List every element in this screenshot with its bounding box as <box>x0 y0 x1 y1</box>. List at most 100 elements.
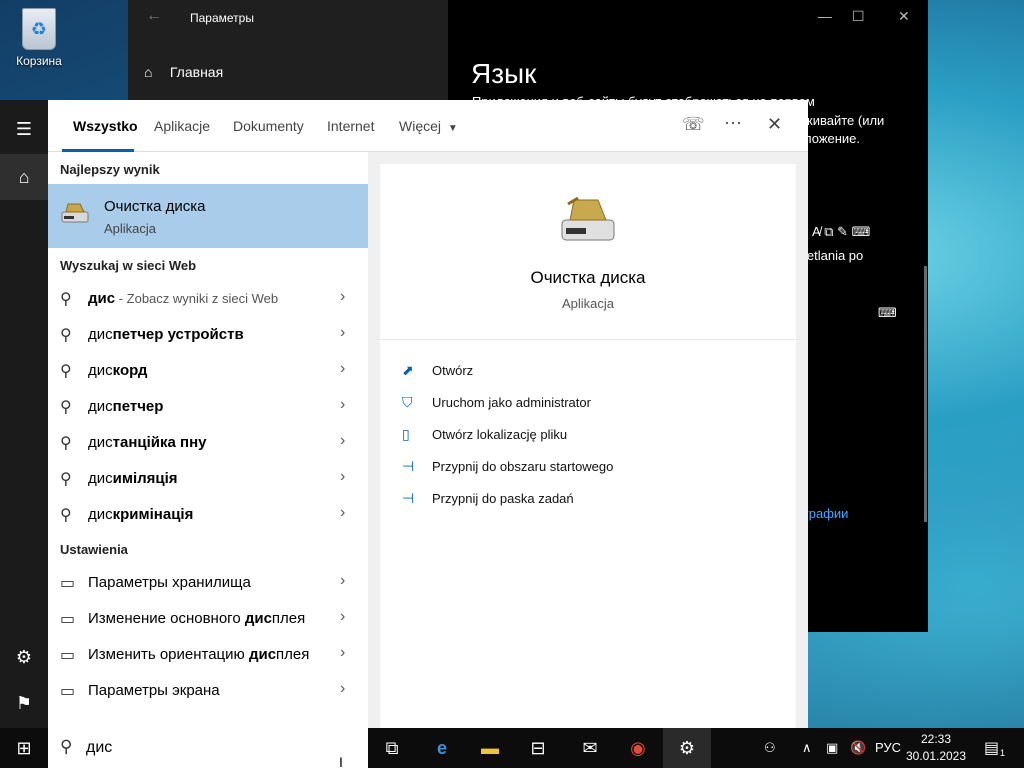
chevron-right-icon[interactable]: › <box>340 396 345 414</box>
web-search-header: Wyszukaj w sieci Web <box>60 258 197 273</box>
tab-documents[interactable]: Dokumenty <box>233 118 304 134</box>
web-result-row[interactable]: ⚲ дис - Zobacz wyniki z sieci Web › <box>48 280 368 316</box>
chevron-right-icon[interactable]: › <box>340 644 345 662</box>
more-options-icon[interactable]: ··· <box>724 112 742 133</box>
keyboard-icon: ⌨ <box>878 305 897 320</box>
action-open[interactable]: ⬈ Otwórz <box>402 362 473 386</box>
best-match-item[interactable]: Очистка диска Aplikacja <box>48 184 368 248</box>
chevron-right-icon[interactable]: › <box>340 680 345 698</box>
settings-toolbar-icons: A̸ ⧉ ✎ ⌨ <box>812 224 871 239</box>
preview-app-type: Aplikacja <box>561 296 615 311</box>
web-result-row[interactable]: ⚲ дисиміляція › <box>48 460 368 496</box>
action-pin-to-start[interactable]: ⊣ Przypnij do obszaru startowego <box>402 458 613 482</box>
monitor-icon: ▭ <box>60 611 76 628</box>
settings-window-title: Параметры <box>190 11 254 25</box>
web-result-row[interactable]: ⚲ диспетчер › <box>48 388 368 424</box>
chevron-right-icon[interactable]: › <box>340 360 345 378</box>
network-icon[interactable]: ▣ <box>826 740 838 756</box>
taskbar-search-box[interactable]: ⚲ I <box>48 728 368 768</box>
chevron-right-icon[interactable]: › <box>340 468 345 486</box>
start-rail: ☰ ⌂ ⚙ ⚑ <box>0 100 48 728</box>
file-explorer-icon[interactable]: ▬ <box>466 728 514 768</box>
people-icon[interactable]: ⚇ <box>764 740 776 756</box>
chevron-right-icon[interactable]: › <box>340 504 345 522</box>
monitor-icon: ▭ <box>60 683 76 700</box>
web-result-row[interactable]: ⚲ дистанційка пну › <box>48 424 368 460</box>
search-icon: ⚲ <box>60 507 72 524</box>
web-result-completion: кримінація <box>112 506 194 523</box>
tab-apps[interactable]: Aplikacje <box>154 118 210 134</box>
clock[interactable]: 22:33 30.01.2023 <box>904 731 968 765</box>
action-pin-to-taskbar-label: Przypnij do paska zadań <box>432 491 574 506</box>
chevron-right-icon[interactable]: › <box>340 608 345 626</box>
search-input[interactable] <box>86 736 326 760</box>
web-result-prefix: дис <box>88 362 113 379</box>
language-indicator[interactable]: РУС <box>875 740 901 755</box>
web-result-completion: корд <box>112 362 148 379</box>
show-hidden-icons-chevron-icon[interactable]: ∧ <box>802 740 812 756</box>
feedback-person-icon[interactable]: ☏ <box>682 114 705 135</box>
close-window-icon[interactable]: ✕ <box>898 8 910 25</box>
action-open-file-location[interactable]: ▯ Otwórz lokalizację pliku <box>402 426 567 450</box>
start-home-icon[interactable]: ⌂ <box>0 154 48 200</box>
pin-icon: ⊣ <box>402 490 415 506</box>
settings-titlebar[interactable]: ← Параметры — ☐ ✕ <box>128 0 928 34</box>
chevron-right-icon[interactable]: › <box>340 288 345 306</box>
web-result-row[interactable]: ⚲ дискорд › <box>48 352 368 388</box>
action-pin-to-taskbar[interactable]: ⊣ Przypnij do paska zadań <box>402 490 574 514</box>
recycle-bin-icon <box>22 8 56 50</box>
chevron-right-icon[interactable]: › <box>340 572 345 590</box>
action-center-icon[interactable]: ▤ <box>984 738 999 758</box>
search-icon: ⚲ <box>60 327 72 344</box>
chrome-icon[interactable]: ◉ <box>614 728 662 768</box>
windows-start-icon[interactable]: ⊞ <box>0 728 48 768</box>
web-result-prefix: дис <box>88 470 113 487</box>
action-run-as-admin-label: Uruchom jako administrator <box>432 395 591 410</box>
recycle-bin-label: Корзина <box>16 54 62 68</box>
chevron-right-icon[interactable]: › <box>340 324 345 342</box>
search-icon: ⚲ <box>60 399 72 416</box>
task-view-icon[interactable]: ⧉ <box>368 728 416 768</box>
tab-internet[interactable]: Internet <box>327 118 374 134</box>
back-arrow-icon[interactable]: ← <box>146 7 162 25</box>
mail-icon[interactable]: ✉ <box>566 728 614 768</box>
clock-date: 30.01.2023 <box>905 749 967 763</box>
open-icon: ⬈ <box>402 362 414 378</box>
edge-browser-icon[interactable]: e <box>418 728 466 768</box>
recycle-bin-shortcut[interactable]: Корзина <box>8 6 70 68</box>
settings-result-row[interactable]: ▭ Изменить ориентацию дисплея › <box>48 636 368 672</box>
settings-app-icon[interactable]: ⚙ <box>663 728 711 768</box>
web-result-completion: петчер <box>112 398 164 415</box>
action-pin-to-start-label: Przypnij do obszaru startowego <box>432 459 614 474</box>
minimize-icon[interactable]: — <box>818 8 832 24</box>
chevron-right-icon[interactable]: › <box>340 432 345 450</box>
close-search-icon[interactable]: ✕ <box>767 114 782 135</box>
disk-cleanup-large-icon <box>558 196 618 247</box>
volume-muted-icon[interactable]: 🔇 <box>850 740 866 756</box>
settings-home-link[interactable]: ⌂ Главная <box>144 64 223 80</box>
settings-result-row[interactable]: ▭ Параметры хранилища › <box>48 564 368 600</box>
feedback-icon[interactable]: ⚑ <box>0 680 48 726</box>
settings-result-text-end: плея <box>276 646 310 663</box>
settings-result-row[interactable]: ▭ Параметры экрана › <box>48 672 368 708</box>
settings-scrollbar[interactable] <box>924 266 927 522</box>
settings-result-row[interactable]: ▭ Изменение основного дисплея › <box>48 600 368 636</box>
search-icon: ⚲ <box>60 471 72 488</box>
web-result-row[interactable]: ⚲ дискримінація › <box>48 496 368 532</box>
web-result-query: дис <box>88 290 116 307</box>
web-result-completion: иміляція <box>112 470 178 487</box>
settings-result-match: дис <box>244 610 272 627</box>
maximize-icon[interactable]: ☐ <box>852 8 865 25</box>
action-run-as-admin[interactable]: ⛉ Uruchom jako administrator <box>402 394 591 418</box>
monitor-icon: ▭ <box>60 647 76 664</box>
tab-all[interactable]: Wszystko <box>73 118 138 134</box>
pin-icon: ⊣ <box>402 458 415 474</box>
settings-gear-icon[interactable]: ⚙ <box>0 634 48 680</box>
settings-partial-text-2: живайте (или <box>804 113 885 128</box>
hamburger-menu-icon[interactable]: ☰ <box>0 106 48 152</box>
web-result-row[interactable]: ⚲ диспетчер устройств › <box>48 316 368 352</box>
settings-partial-link[interactable]: графии <box>804 506 848 521</box>
store-icon[interactable]: ⊟ <box>514 728 562 768</box>
tab-more[interactable]: Więcej ▼ <box>399 118 458 134</box>
best-match-name: Очистка диска <box>104 198 206 215</box>
